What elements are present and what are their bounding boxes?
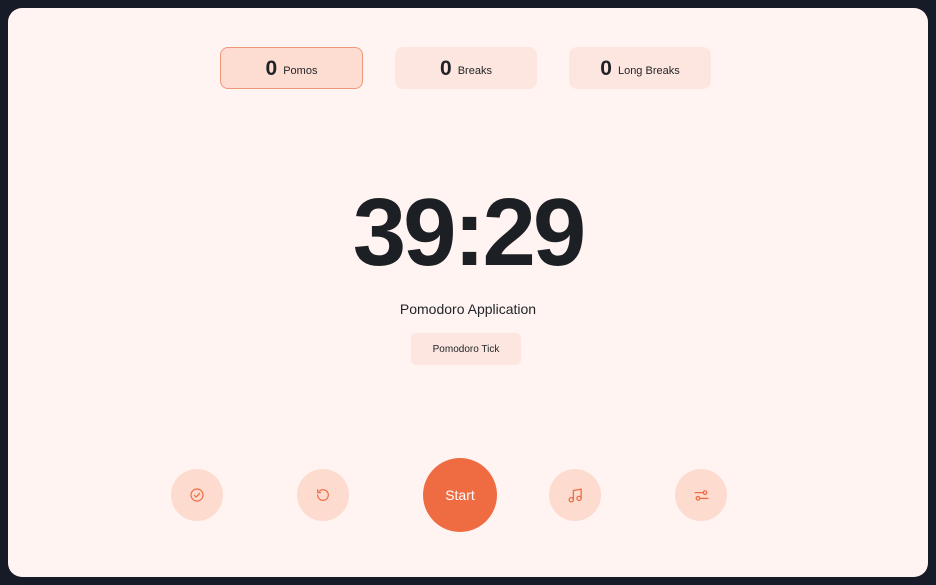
check-circle-icon [189, 487, 205, 503]
settings-sliders-icon [693, 487, 710, 504]
pomos-label: Pomos [283, 64, 318, 77]
app-window: 0 Pomos 0 Breaks 0 Long Breaks 39:29 Pom… [8, 8, 928, 577]
reset-icon [315, 487, 331, 503]
music-icon [567, 487, 584, 504]
music-button[interactable] [549, 469, 601, 521]
long-breaks-label: Long Breaks [617, 64, 680, 77]
long-breaks-count: 0 [600, 56, 612, 80]
breaks-label: Breaks [457, 64, 492, 77]
breaks-counter[interactable]: 0 Breaks [395, 47, 537, 89]
start-button[interactable]: Start [423, 458, 497, 532]
pomodoro-tick-button[interactable]: Pomodoro Tick [411, 333, 521, 365]
reset-button[interactable] [297, 469, 349, 521]
long-breaks-counter[interactable]: 0 Long Breaks [569, 47, 711, 89]
complete-button[interactable] [171, 469, 223, 521]
breaks-count: 0 [440, 56, 452, 80]
timer-display: 39:29 [352, 179, 587, 286]
app-title: Pomodoro Application [399, 301, 537, 317]
settings-button[interactable] [675, 469, 727, 521]
pomos-count: 0 [265, 56, 278, 80]
pomos-counter[interactable]: 0 Pomos [220, 47, 363, 89]
